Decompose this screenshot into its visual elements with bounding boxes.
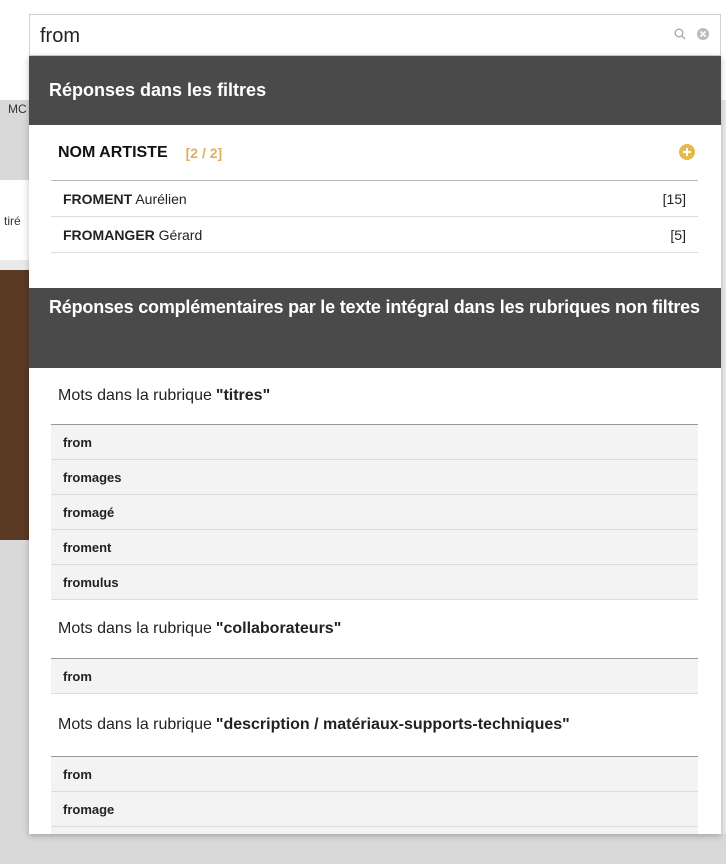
search-bar <box>29 14 721 56</box>
filter-row[interactable]: FROMENT Aurélien [15] <box>51 181 698 217</box>
word-suggestion[interactable]: fromage <box>51 792 698 827</box>
word-suggestion[interactable]: from <box>51 425 698 460</box>
filter-row-count: [15] <box>662 190 686 207</box>
filter-row-surname: FROMANGER <box>63 226 155 243</box>
filter-row-firstname: Aurélien <box>135 190 187 207</box>
search-icon[interactable] <box>674 28 686 40</box>
word-suggestion[interactable]: from <box>51 659 698 694</box>
word-suggestion[interactable]: fromagé <box>51 495 698 530</box>
word-list: from fromage fromages <box>51 756 698 834</box>
filter-row[interactable]: FROMANGER Gérard [5] <box>51 217 698 253</box>
background-text-fragment: tiré <box>4 214 21 228</box>
page-background-image-left <box>0 270 29 540</box>
word-list: from fromages fromagé froment fromulus <box>51 424 698 600</box>
filter-row-surname: FROMENT <box>63 190 133 207</box>
rubric-prefix: Mots dans la rubrique <box>58 620 212 637</box>
rubric-prefix: Mots dans la rubrique <box>58 387 212 404</box>
page-background-bottom <box>0 834 726 864</box>
rubric-name: "titres" <box>215 387 271 404</box>
word-suggestion[interactable]: fromages <box>51 827 698 834</box>
plus-circle-icon[interactable] <box>679 144 695 160</box>
filter-row-firstname: Gérard <box>158 226 203 243</box>
background-text-fragment: MC <box>8 102 27 116</box>
rubric-prefix: Mots dans la rubrique <box>58 716 212 733</box>
word-suggestion[interactable]: fromages <box>51 460 698 495</box>
autocomplete-dropdown: Réponses dans les filtres NOM ARTISTE [2… <box>29 56 721 834</box>
filter-row-label: FROMENT Aurélien <box>63 191 187 207</box>
rubric-title: Mots dans la rubrique "collaborateurs" <box>29 600 721 658</box>
filter-row-label: FROMANGER Gérard <box>63 227 202 243</box>
filter-section-heading: Réponses dans les filtres <box>29 56 721 125</box>
fulltext-section-heading: Réponses complémentaires par le texte in… <box>29 288 721 368</box>
clear-icon[interactable] <box>696 27 710 41</box>
rubric-name: "collaborateurs" <box>215 620 342 637</box>
filter-row-count: [5] <box>670 226 686 243</box>
rubric-title: Mots dans la rubrique "titres" <box>29 368 721 424</box>
filter-group-count: [2 / 2] <box>185 144 223 161</box>
page-background-strip <box>0 540 29 864</box>
rubric-title: Mots dans la rubrique "description / mat… <box>29 694 721 756</box>
word-suggestion[interactable]: froment <box>51 530 698 565</box>
search-input[interactable] <box>38 21 642 51</box>
filter-list: FROMENT Aurélien [15] FROMANGER Gérard [… <box>51 180 698 253</box>
filter-group-title: NOM ARTISTE [2 / 2] <box>29 125 721 180</box>
rubric-name: "description / matériaux-supports-techni… <box>215 716 570 733</box>
word-list: from <box>51 658 698 694</box>
word-suggestion[interactable]: fromulus <box>51 565 698 600</box>
filter-group-name: NOM ARTISTE <box>58 143 168 161</box>
word-suggestion[interactable]: from <box>51 757 698 792</box>
